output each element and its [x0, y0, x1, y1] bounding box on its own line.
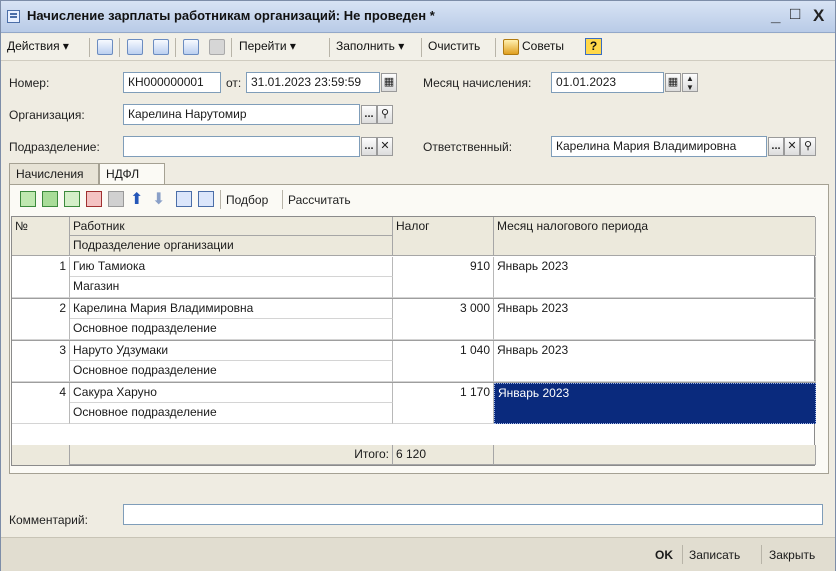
row-period: Январь 2023	[494, 257, 816, 298]
row-period-selected[interactable]: Январь 2023	[494, 383, 816, 424]
responsible-label: Ответственный:	[423, 140, 513, 154]
month-field[interactable]: 01.01.2023	[551, 72, 664, 93]
close-form-button[interactable]: Закрыть	[769, 548, 815, 562]
delete-row-icon[interactable]	[86, 191, 102, 207]
title-bar: Начисление зарплаты работникам организац…	[1, 1, 835, 33]
window-title: Начисление зарплаты работникам организац…	[27, 8, 435, 23]
ndfl-table: № Работник Подразделение организации Нал…	[11, 216, 816, 466]
comment-field[interactable]	[123, 504, 823, 525]
month-calendar-icon[interactable]: ▦	[665, 73, 681, 92]
copy-row-icon[interactable]	[42, 191, 58, 207]
department-label: Подразделение:	[9, 140, 100, 154]
footer-bar: OK Записать Закрыть	[1, 537, 835, 571]
row-department: Основное подразделение	[70, 361, 393, 382]
row-period: Январь 2023	[494, 299, 816, 340]
sort-asc-icon[interactable]	[176, 191, 192, 207]
move-down-icon[interactable]: ⬇	[152, 189, 168, 208]
post-icon[interactable]	[183, 39, 199, 55]
row-worker: Наруто Удзумаки	[70, 341, 393, 361]
column-header-worker[interactable]: Работник	[70, 217, 393, 236]
tips-button[interactable]: Советы	[522, 39, 564, 53]
organization-label: Организация:	[9, 108, 85, 122]
row-period: Январь 2023	[494, 341, 816, 382]
end-edit-icon[interactable]	[108, 191, 124, 207]
department-field[interactable]	[123, 136, 360, 157]
document-icon	[7, 10, 20, 23]
organization-search-icon[interactable]: ⚲	[377, 105, 393, 124]
pick-button[interactable]: Подбор	[226, 193, 268, 207]
close-button[interactable]: X	[813, 6, 824, 26]
date-from-label: от:	[226, 76, 242, 90]
responsible-field[interactable]: Карелина Мария Владимировна	[551, 136, 767, 157]
column-header-department[interactable]: Подразделение организации	[70, 236, 393, 256]
clear-button[interactable]: Очистить	[428, 39, 480, 53]
actions-menu[interactable]: Действия ▾	[7, 39, 69, 53]
ok-button[interactable]: OK	[655, 548, 673, 562]
row-number: 1	[12, 257, 70, 298]
organization-field[interactable]: Карелина Нарутомир	[123, 104, 360, 125]
refresh-icon[interactable]	[153, 39, 169, 55]
row-tax: 1 040	[393, 341, 494, 382]
row-number: 4	[12, 383, 70, 424]
tips-icon	[503, 39, 519, 55]
row-number: 3	[12, 341, 70, 382]
document-window: Начисление зарплаты работникам организац…	[0, 0, 836, 571]
number-label: Номер:	[9, 76, 50, 90]
total-spacer	[12, 445, 70, 465]
row-tax: 910	[393, 257, 494, 298]
maximize-button[interactable]: □	[790, 4, 800, 24]
row-tax: 1 170	[393, 383, 494, 424]
column-header-period[interactable]: Месяц налогового периода	[494, 217, 816, 256]
row-number: 2	[12, 299, 70, 340]
add-row-icon[interactable]	[20, 191, 36, 207]
calculate-button[interactable]: Рассчитать	[288, 193, 351, 207]
column-header-number[interactable]: №	[12, 217, 70, 256]
number-field[interactable]: КН000000001	[123, 72, 221, 93]
organization-select-button[interactable]: ...	[361, 105, 377, 124]
department-clear-icon[interactable]: ✕	[377, 137, 393, 156]
month-stepper[interactable]: ▲ ▼	[682, 73, 698, 92]
edit-row-icon[interactable]	[64, 191, 80, 207]
move-up-icon[interactable]: ⬆	[130, 189, 146, 208]
help-icon[interactable]: ?	[585, 38, 602, 55]
row-department: Магазин	[70, 277, 393, 298]
month-label: Месяц начисления:	[423, 76, 532, 90]
total-label: Итого:	[70, 445, 393, 465]
date-field[interactable]: 31.01.2023 23:59:59	[246, 72, 380, 93]
column-header-tax[interactable]: Налог	[393, 217, 494, 256]
row-department: Основное подразделение	[70, 319, 393, 340]
total-empty	[494, 445, 816, 465]
row-department: Основное подразделение	[70, 403, 393, 424]
row-worker: Сакура Харуно	[70, 383, 393, 403]
save-button[interactable]: Записать	[689, 548, 740, 562]
row-worker: Гию Тамиока	[70, 257, 393, 277]
fill-menu[interactable]: Заполнить ▾	[336, 39, 404, 53]
total-value: 6 120	[393, 445, 494, 465]
minimize-button[interactable]: _	[771, 6, 780, 26]
sort-desc-icon[interactable]	[198, 191, 214, 207]
row-tax: 3 000	[393, 299, 494, 340]
tab-accruals[interactable]: Начисления	[9, 163, 99, 184]
unpost-icon[interactable]	[209, 39, 225, 55]
goto-menu[interactable]: Перейти ▾	[239, 39, 296, 53]
tab-ndfl[interactable]: НДФЛ	[99, 163, 165, 186]
department-select-button[interactable]: ...	[361, 137, 377, 156]
list-icon[interactable]	[127, 39, 143, 55]
main-toolbar: Действия ▾ Перейти ▾ Заполнить ▾ Очистит…	[1, 34, 835, 61]
back-icon[interactable]	[97, 39, 113, 55]
responsible-search-icon[interactable]: ⚲	[800, 137, 816, 156]
comment-label: Комментарий:	[9, 513, 88, 527]
calendar-icon[interactable]: ▦	[381, 73, 397, 92]
responsible-select-button[interactable]: ...	[768, 137, 784, 156]
row-worker: Карелина Мария Владимировна	[70, 299, 393, 319]
responsible-clear-icon[interactable]: ✕	[784, 137, 800, 156]
